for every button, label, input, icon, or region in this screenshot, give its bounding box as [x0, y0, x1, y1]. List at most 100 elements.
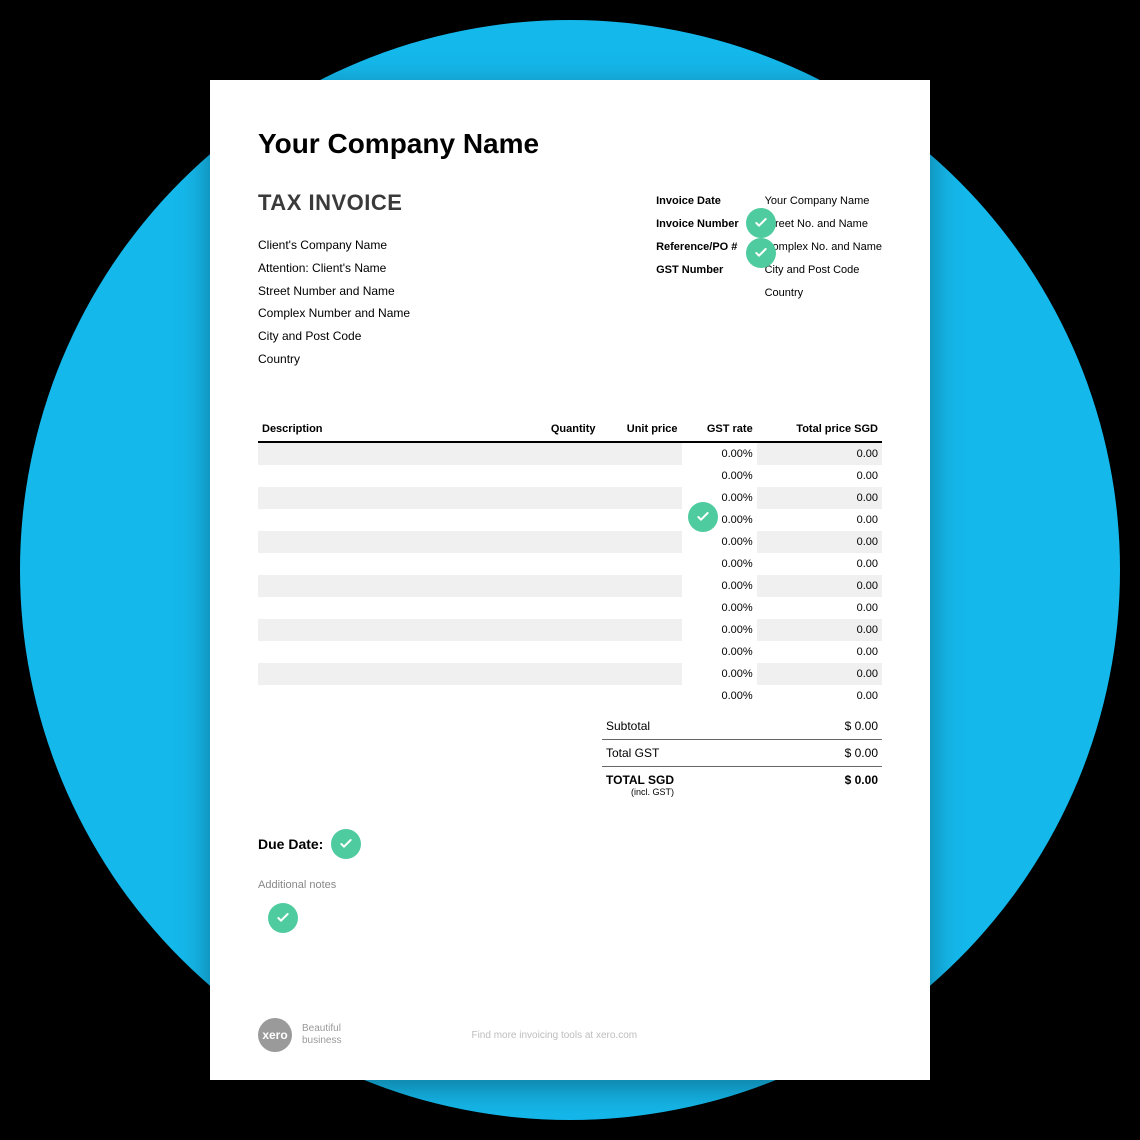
client-street: Street Number and Name [258, 280, 558, 303]
table-row: 0.00%0.00 [258, 509, 882, 531]
cell-gst-rate: 0.00% [682, 619, 757, 641]
cell-gst-rate: 0.00% [682, 663, 757, 685]
table-row: 0.00%0.00 [258, 663, 882, 685]
grand-total-sublabel: (incl. GST) [606, 787, 674, 797]
document-title: TAX INVOICE [258, 190, 558, 216]
cell-total: 0.00 [757, 442, 882, 465]
total-gst-value: $ 0.00 [845, 746, 878, 760]
cell-description [258, 619, 526, 641]
client-complex: Complex Number and Name [258, 302, 558, 325]
header-row: TAX INVOICE Client's Company Name Attent… [258, 190, 882, 371]
subtotal-label: Subtotal [606, 719, 650, 733]
cell-description [258, 685, 526, 707]
additional-notes-label: Additional notes [258, 879, 882, 891]
cell-unit-price [599, 487, 681, 509]
cell-unit-price [599, 663, 681, 685]
totals-block: Subtotal $ 0.00 Total GST $ 0.00 TOTAL S… [602, 713, 882, 803]
col-description: Description [258, 417, 526, 442]
cell-unit-price [599, 442, 681, 465]
grand-total-value: $ 0.00 [845, 773, 878, 797]
client-city: City and Post Code [258, 325, 558, 348]
client-company: Client's Company Name [258, 234, 558, 257]
check-icon [746, 238, 776, 268]
cell-unit-price [599, 465, 681, 487]
cell-total: 0.00 [757, 531, 882, 553]
company-name: Your Company Name [258, 128, 882, 160]
sender-complex: Complex No. and Name [765, 236, 882, 259]
cell-total: 0.00 [757, 619, 882, 641]
cell-gst-rate: 0.00% [682, 597, 757, 619]
due-date-row: Due Date: [258, 829, 882, 859]
cell-gst-rate: 0.00% [682, 442, 757, 465]
footer-tagline-2: business [302, 1035, 341, 1047]
cell-description [258, 641, 526, 663]
cell-total: 0.00 [757, 509, 882, 531]
footer-tagline-1: Beautiful [302, 1023, 341, 1035]
cell-unit-price [599, 575, 681, 597]
cell-description [258, 509, 526, 531]
cell-unit-price [599, 553, 681, 575]
sender-address-block: Your Company Name Street No. and Name Co… [765, 190, 882, 305]
cell-quantity [526, 465, 599, 487]
cell-gst-rate: 0.00% [682, 531, 757, 553]
col-unit-price: Unit price [599, 417, 681, 442]
cell-total: 0.00 [757, 465, 882, 487]
check-icon [688, 502, 718, 532]
cell-total: 0.00 [757, 487, 882, 509]
cell-gst-rate: 0.00% [682, 575, 757, 597]
client-attention: Attention: Client's Name [258, 257, 558, 280]
sender-country: Country [765, 282, 882, 305]
cell-description [258, 663, 526, 685]
sender-city: City and Post Code [765, 259, 882, 282]
cell-description [258, 553, 526, 575]
table-row: 0.00%0.00 [258, 553, 882, 575]
cell-gst-rate: 0.00% [682, 465, 757, 487]
cell-description [258, 575, 526, 597]
grand-total-label: TOTAL SGD (incl. GST) [606, 773, 674, 797]
table-row: 0.00%0.00 [258, 619, 882, 641]
cell-unit-price [599, 685, 681, 707]
due-date-label: Due Date: [258, 836, 323, 852]
label-gst-number: GST Number [656, 259, 739, 282]
col-total-price: Total price SGD [757, 417, 882, 442]
sender-name: Your Company Name [765, 190, 882, 213]
footer-link-text: Find more invoicing tools at xero.com [471, 1030, 637, 1041]
cell-quantity [526, 641, 599, 663]
cell-gst-rate: 0.00% [682, 685, 757, 707]
check-icon [746, 208, 776, 238]
cell-unit-price [599, 619, 681, 641]
table-row: 0.00%0.00 [258, 487, 882, 509]
table-row: 0.00%0.00 [258, 465, 882, 487]
client-address-block: Client's Company Name Attention: Client'… [258, 234, 558, 371]
cell-quantity [526, 663, 599, 685]
table-row: 0.00%0.00 [258, 597, 882, 619]
invoice-meta-block: Invoice Date Invoice Number Reference/PO… [656, 190, 882, 305]
cell-quantity [526, 531, 599, 553]
cell-total: 0.00 [757, 641, 882, 663]
table-row: 0.00%0.00 [258, 641, 882, 663]
label-reference: Reference/PO # [656, 236, 739, 259]
col-gst-rate: GST rate [682, 417, 757, 442]
cell-description [258, 465, 526, 487]
table-row: 0.00%0.00 [258, 531, 882, 553]
cell-quantity [526, 685, 599, 707]
cell-description [258, 531, 526, 553]
cell-total: 0.00 [757, 553, 882, 575]
cell-unit-price [599, 597, 681, 619]
col-quantity: Quantity [526, 417, 599, 442]
cell-description [258, 487, 526, 509]
cell-description [258, 597, 526, 619]
table-row: 0.00%0.00 [258, 575, 882, 597]
cell-quantity [526, 509, 599, 531]
table-row: 0.00%0.00 [258, 442, 882, 465]
check-icon [331, 829, 361, 859]
cell-gst-rate: 0.00% [682, 553, 757, 575]
cell-unit-price [599, 641, 681, 663]
table-row: 0.00%0.00 [258, 685, 882, 707]
client-country: Country [258, 348, 558, 371]
label-invoice-number: Invoice Number [656, 213, 739, 236]
label-invoice-date: Invoice Date [656, 190, 739, 213]
total-gst-label: Total GST [606, 746, 659, 760]
cell-quantity [526, 553, 599, 575]
cell-description [258, 442, 526, 465]
